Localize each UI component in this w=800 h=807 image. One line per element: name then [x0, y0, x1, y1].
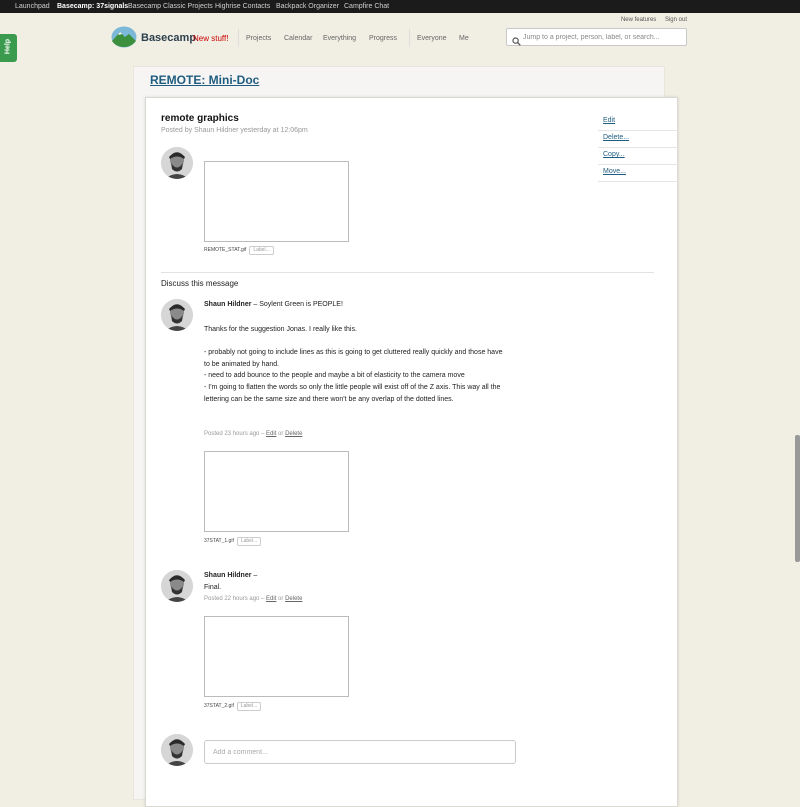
comment-headline: Soylent Green is PEOPLE! — [259, 301, 343, 308]
help-tab[interactable]: Help — [0, 34, 17, 62]
sign-out-link[interactable]: Sign out — [665, 17, 687, 23]
comment-body: Final. — [204, 582, 504, 594]
nav-divider — [238, 29, 239, 47]
global-topbar: Launchpad Basecamp: 37signals Basecamp C… — [0, 0, 800, 13]
topbar-link-basecamp-classic[interactable]: Basecamp Classic Projects — [128, 0, 213, 13]
attachment-thumbnail[interactable] — [204, 616, 349, 697]
new-stuff-link[interactable]: New stuff! — [193, 34, 228, 43]
add-comment-input[interactable] — [213, 746, 503, 758]
search-input[interactable] — [523, 31, 681, 43]
topbar-link-campfire[interactable]: Campfire Chat — [344, 0, 389, 13]
comment-meta: Posted 23 hours ago – Edit or Delete — [204, 431, 302, 437]
action-divider — [598, 164, 678, 165]
new-features-link[interactable]: New features — [621, 17, 656, 23]
label-button[interactable]: Label... — [249, 246, 274, 255]
attachment-filename[interactable]: 37STAT_1.gif — [204, 538, 234, 544]
comment-author[interactable]: Shaun Hildner — [204, 572, 251, 579]
nav-me[interactable]: Me — [459, 35, 469, 42]
comment-paragraph: - probably not going to include lines as… — [204, 349, 503, 368]
page-scrollbar-thumb[interactable] — [795, 435, 800, 562]
topbar-link-backpack[interactable]: Backpack Organizer — [276, 0, 339, 13]
comment-paragraph: Final. — [204, 584, 222, 591]
nav-everyone[interactable]: Everyone — [417, 35, 447, 42]
attachment-filename[interactable]: 37STAT_2.gif — [204, 703, 234, 709]
comment-paragraph: - I'm going to flatten the words so only… — [204, 383, 501, 403]
nav-progress[interactable]: Progress — [369, 35, 397, 42]
attachment-thumbnail[interactable] — [204, 161, 349, 242]
edit-comment-link[interactable]: Edit — [266, 596, 276, 602]
nav-divider — [409, 29, 410, 47]
move-message-link[interactable]: Move... — [603, 168, 626, 175]
message-posted-by: Posted by Shaun Hildner yesterday at 12:… — [161, 127, 308, 134]
edit-comment-link[interactable]: Edit — [266, 431, 276, 437]
edit-message-link[interactable]: Edit — [603, 117, 615, 124]
comment-dash: – — [251, 572, 258, 579]
search-icon — [512, 33, 521, 46]
section-divider — [161, 272, 654, 273]
action-divider — [598, 181, 678, 182]
author-avatar[interactable] — [161, 147, 193, 179]
attachment-thumbnail[interactable] — [204, 451, 349, 532]
comment-header: Shaun Hildner – — [204, 572, 257, 579]
comment-avatar[interactable] — [161, 299, 193, 331]
utility-links: New features Sign out — [614, 17, 687, 23]
comment-body: Thanks for the suggestion Jonas. I reall… — [204, 324, 504, 405]
comment-author[interactable]: Shaun Hildner — [204, 301, 251, 308]
discuss-heading: Discuss this message — [161, 279, 239, 288]
attachment-file-row: 37STAT_1.gif Label... — [204, 537, 262, 546]
topbar-link-highrise[interactable]: Highrise Contacts — [215, 0, 270, 13]
attachment-filename[interactable]: REMOTE_STAT.gif — [204, 247, 246, 253]
current-user-avatar — [161, 734, 193, 766]
message-title: remote graphics — [161, 113, 239, 124]
comment-header: Shaun Hildner – Soylent Green is PEOPLE! — [204, 301, 343, 308]
comment-or: or — [276, 431, 286, 437]
delete-comment-link[interactable]: Delete — [285, 431, 302, 437]
help-tab-label: Help — [4, 38, 12, 55]
nav-projects[interactable]: Projects — [246, 35, 271, 42]
project-title-link[interactable]: REMOTE: Mini-Doc — [150, 73, 259, 87]
topbar-link-basecamp-37signals[interactable]: Basecamp: 37signals — [57, 0, 128, 13]
comment-timestamp: Posted 23 hours ago – — [204, 431, 267, 437]
label-button[interactable]: Label... — [236, 702, 262, 711]
delete-comment-link[interactable]: Delete — [285, 596, 302, 602]
label-button[interactable]: Label... — [236, 537, 262, 546]
basecamp-logo-icon[interactable] — [111, 26, 137, 48]
jump-search[interactable] — [506, 28, 687, 46]
action-divider — [598, 130, 678, 131]
comment-timestamp: Posted 22 hours ago – — [204, 596, 267, 602]
comment-avatar[interactable] — [161, 570, 193, 602]
comment-or: or — [276, 596, 286, 602]
comment-meta: Posted 22 hours ago – Edit or Delete — [204, 596, 302, 602]
topbar-link-launchpad[interactable]: Launchpad — [15, 0, 50, 13]
delete-message-link[interactable]: Delete... — [603, 134, 629, 141]
copy-message-link[interactable]: Copy... — [603, 151, 625, 158]
add-comment-box[interactable] — [204, 740, 516, 764]
basecamp-logo-text[interactable]: Basecamp — [141, 32, 196, 44]
nav-everything[interactable]: Everything — [323, 35, 356, 42]
comment-paragraph: Thanks for the suggestion Jonas. I reall… — [204, 326, 357, 333]
attachment-file-row: 37STAT_2.gif Label... — [204, 702, 262, 711]
action-divider — [598, 147, 678, 148]
attachment-file-row: REMOTE_STAT.gif Label... — [204, 246, 274, 255]
nav-calendar[interactable]: Calendar — [284, 35, 312, 42]
comment-paragraph: - need to add bounce to the people and m… — [204, 372, 465, 380]
